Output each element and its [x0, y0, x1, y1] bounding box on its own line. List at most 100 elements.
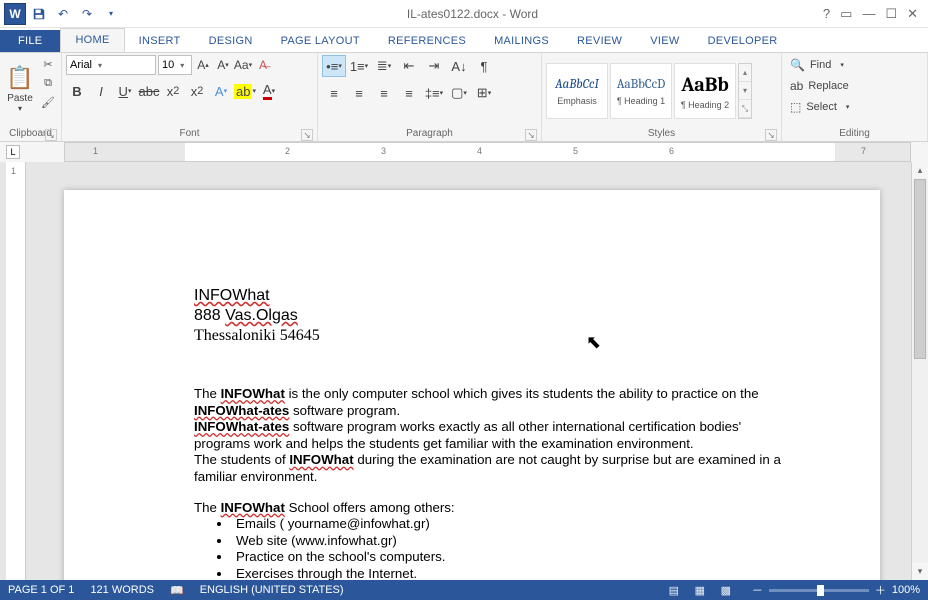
workarea: 1 INFOWhat 888 Vas.Olgas Thessaloniki 54…	[0, 162, 928, 580]
tab-home[interactable]: HOME	[60, 28, 124, 52]
vertical-ruler[interactable]: 1	[6, 162, 26, 580]
zoom-control: － ＋ 100%	[752, 582, 920, 598]
tab-review[interactable]: REVIEW	[563, 30, 636, 52]
window-title: IL-ates0122.docx - Word	[122, 7, 823, 21]
clipboard-launcher[interactable]: ↘	[45, 129, 57, 141]
zoom-slider[interactable]	[769, 589, 869, 592]
styles-label: Styles	[648, 128, 675, 139]
group-clipboard: 📋 Paste ▾ ✂ ⧉ 🖌 Clipboard↘	[0, 53, 62, 141]
tab-insert[interactable]: INSERT	[125, 30, 195, 52]
tab-developer[interactable]: DEVELOPER	[694, 30, 792, 52]
title-bar: W ↶ ↷ ▾ IL-ates0122.docx - Word ? ▭ ― ☐ …	[0, 0, 928, 28]
scroll-thumb[interactable]	[914, 179, 926, 359]
close-button[interactable]: ✕	[907, 6, 918, 22]
copy-button[interactable]: ⧉	[39, 74, 57, 92]
language-indicator[interactable]: ENGLISH (UNITED STATES)	[200, 584, 344, 596]
qat-customize[interactable]: ▾	[100, 3, 122, 25]
borders-button[interactable]: ⊞▾	[472, 82, 496, 104]
zoom-out-button[interactable]: －	[752, 582, 763, 598]
zoom-level[interactable]: 100%	[892, 584, 920, 596]
clipboard-icon: 📋	[6, 65, 33, 91]
format-painter-button[interactable]: 🖌	[39, 93, 57, 111]
replace-button[interactable]: abReplace	[786, 76, 853, 96]
line-spacing-button[interactable]: ‡≡▾	[422, 82, 446, 104]
quick-access-toolbar: W ↶ ↷ ▾	[0, 3, 122, 25]
paste-button[interactable]: 📋 Paste ▾	[4, 55, 36, 123]
styles-launcher[interactable]: ↘	[765, 129, 777, 141]
select-button[interactable]: ⬚Select▾	[786, 97, 853, 117]
styles-scroll-up[interactable]: ▴	[739, 64, 751, 82]
bold-button[interactable]: B	[66, 80, 88, 102]
tab-page-layout[interactable]: PAGE LAYOUT	[267, 30, 374, 52]
find-button[interactable]: 🔍Find▾	[786, 55, 848, 75]
spellcheck-icon[interactable]: 📖	[170, 584, 184, 597]
multilevel-button[interactable]: ≣▾	[372, 55, 396, 77]
doc-text: INFOWhat	[194, 287, 270, 304]
tab-selector[interactable]: L	[6, 145, 20, 159]
clear-formatting-button[interactable]: A̶	[254, 55, 272, 75]
page[interactable]: INFOWhat 888 Vas.Olgas Thessaloniki 5464…	[64, 190, 880, 580]
document-viewport[interactable]: INFOWhat 888 Vas.Olgas Thessaloniki 5464…	[26, 162, 911, 580]
word-count[interactable]: 121 WORDS	[90, 584, 154, 596]
font-color-button[interactable]: A▾	[258, 80, 280, 102]
page-indicator[interactable]: PAGE 1 OF 1	[8, 584, 74, 596]
justify-button[interactable]: ≡	[397, 82, 421, 104]
strikethrough-button[interactable]: abc	[138, 80, 160, 102]
font-name-select[interactable]: Arial▾	[66, 55, 156, 75]
tab-file[interactable]: FILE	[0, 30, 60, 52]
style-heading-1[interactable]: AaBbCcD¶ Heading 1	[610, 63, 672, 119]
editing-label: Editing	[839, 128, 870, 139]
scroll-down-button[interactable]: ▾	[912, 563, 928, 580]
tab-mailings[interactable]: MAILINGS	[480, 30, 563, 52]
decrease-indent-button[interactable]: ⇤	[397, 55, 421, 77]
align-center-button[interactable]: ≡	[347, 82, 371, 104]
cut-button[interactable]: ✂	[39, 55, 57, 73]
highlight-button[interactable]: ab▾	[234, 80, 256, 102]
styles-scroll-down[interactable]: ▾	[739, 82, 751, 100]
superscript-button[interactable]: x2	[186, 80, 208, 102]
font-launcher[interactable]: ↘	[301, 129, 313, 141]
shading-button[interactable]: ▢▾	[447, 82, 471, 104]
paragraph-launcher[interactable]: ↘	[525, 129, 537, 141]
undo-button[interactable]: ↶	[52, 3, 74, 25]
style-heading-2[interactable]: AaBb¶ Heading 2	[674, 63, 736, 119]
print-layout-button[interactable]: ▦	[690, 582, 710, 598]
tab-view[interactable]: VIEW	[636, 30, 693, 52]
doc-text: Thessaloniki 54645	[194, 326, 784, 346]
maximize-button[interactable]: ☐	[885, 6, 897, 22]
bullets-button[interactable]: •≡▾	[322, 55, 346, 77]
horizontal-ruler[interactable]: 1 2 3 4 5 6 7	[64, 142, 911, 162]
zoom-in-button[interactable]: ＋	[875, 582, 886, 598]
doc-text: The INFOWhat is the only computer school…	[194, 386, 784, 419]
align-right-button[interactable]: ≡	[372, 82, 396, 104]
show-marks-button[interactable]: ¶	[472, 55, 496, 77]
align-left-button[interactable]: ≡	[322, 82, 346, 104]
ribbon-options-button[interactable]: ▭	[840, 6, 852, 22]
font-size-select[interactable]: 10▾	[158, 55, 192, 75]
grow-font-button[interactable]: A▴	[194, 55, 212, 75]
italic-button[interactable]: I	[90, 80, 112, 102]
font-label: Font	[179, 128, 199, 139]
style-emphasis[interactable]: AaBbCcIEmphasis	[546, 63, 608, 119]
read-mode-button[interactable]: ▤	[664, 582, 684, 598]
save-button[interactable]	[28, 3, 50, 25]
scroll-up-button[interactable]: ▴	[912, 162, 928, 179]
increase-indent-button[interactable]: ⇥	[422, 55, 446, 77]
zoom-thumb[interactable]	[817, 585, 824, 596]
change-case-button[interactable]: Aa▾	[234, 55, 252, 75]
help-button[interactable]: ?	[823, 6, 830, 22]
sort-button[interactable]: A↓	[447, 55, 471, 77]
scroll-track[interactable]	[912, 179, 928, 563]
tab-design[interactable]: DESIGN	[195, 30, 267, 52]
underline-button[interactable]: U▾	[114, 80, 136, 102]
styles-expand[interactable]: ⤡	[739, 100, 751, 118]
numbering-button[interactable]: 1≡▾	[347, 55, 371, 77]
subscript-button[interactable]: x2	[162, 80, 184, 102]
text-effects-button[interactable]: A▾	[210, 80, 232, 102]
web-layout-button[interactable]: ▩	[716, 582, 736, 598]
redo-button[interactable]: ↷	[76, 3, 98, 25]
shrink-font-button[interactable]: A▾	[214, 55, 232, 75]
window-controls: ? ▭ ― ☐ ✕	[823, 6, 928, 22]
tab-references[interactable]: REFERENCES	[374, 30, 480, 52]
minimize-button[interactable]: ―	[862, 6, 875, 22]
